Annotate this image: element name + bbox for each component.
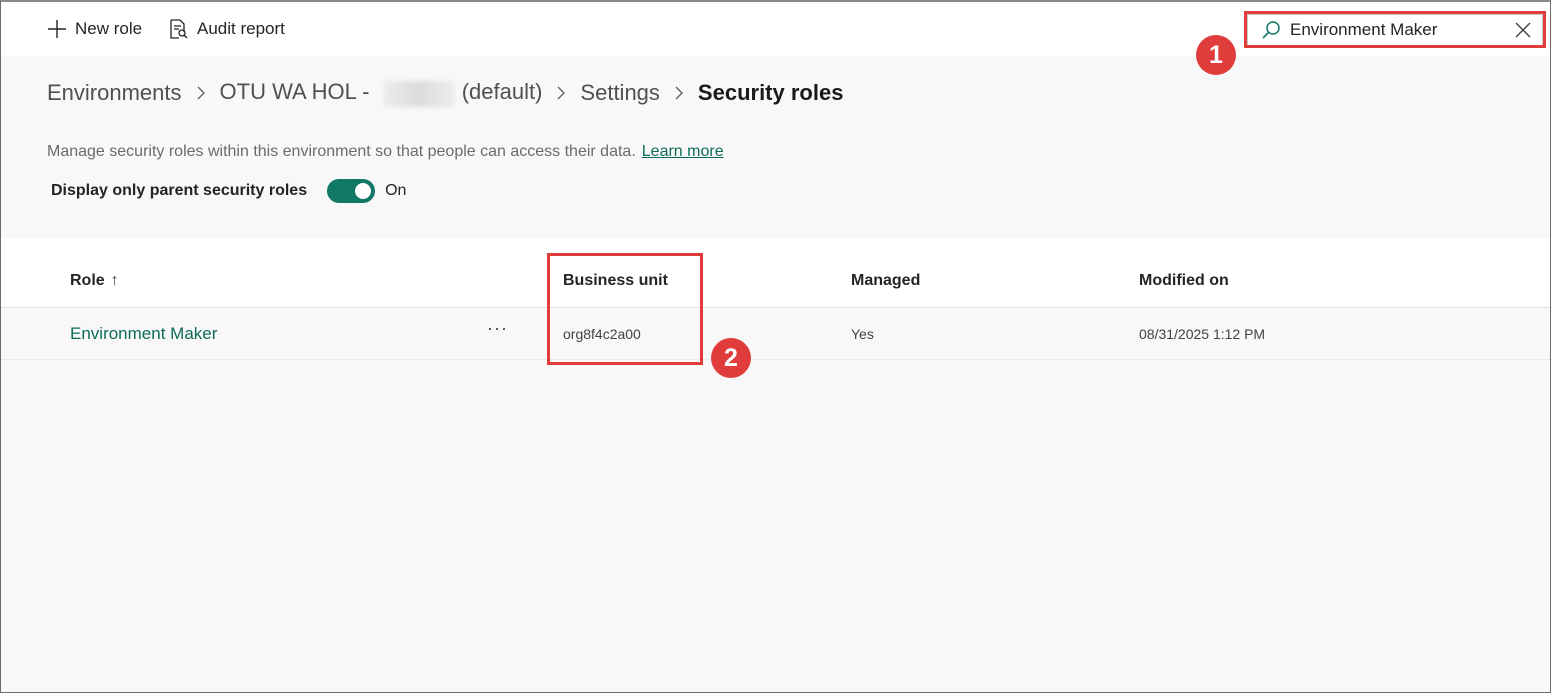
document-search-icon: [170, 19, 188, 39]
parent-roles-toggle[interactable]: [327, 179, 376, 203]
column-header-modified-on-label: Modified on: [1139, 272, 1229, 289]
column-header-managed-label: Managed: [851, 272, 921, 289]
business-unit-cell: org8f4c2a00: [563, 326, 641, 342]
column-header-business-unit-label: Business unit: [563, 272, 668, 289]
chevron-right-icon: [556, 85, 566, 101]
managed-cell: Yes: [851, 326, 874, 342]
column-header-business-unit[interactable]: Business unit: [563, 272, 668, 290]
plus-icon: [48, 20, 66, 38]
grid-header: Role ↑ Business unit Managed Modified on: [1, 238, 1550, 308]
breadcrumb-security-roles: Security roles: [697, 80, 844, 105]
breadcrumb-environment[interactable]: OTU WA HOL - (default): [219, 79, 543, 107]
search-input[interactable]: [1290, 17, 1505, 43]
redacted-region: [383, 80, 454, 107]
breadcrumb-environment-name: OTU WA HOL -: [219, 79, 370, 105]
toggle-label: Display only parent security roles: [51, 182, 308, 199]
table-row[interactable]: Environment Maker ··· org8f4c2a00 Yes 08…: [1, 308, 1550, 360]
chevron-right-icon: [674, 85, 684, 101]
breadcrumb: Environments OTU WA HOL - (default) Sett…: [47, 78, 843, 108]
column-header-role[interactable]: Role ↑: [70, 272, 119, 290]
audit-report-label: Audit report: [197, 19, 285, 38]
learn-more-link[interactable]: Learn more: [642, 143, 724, 160]
sort-ascending-icon: ↑: [110, 272, 119, 289]
page-description: Manage security roles within this enviro…: [47, 143, 724, 161]
chevron-right-icon: [196, 85, 206, 101]
new-role-label: New role: [75, 19, 143, 38]
breadcrumb-environment-suffix: (default): [461, 79, 543, 105]
app-window: New role Audit report 1 Env: [0, 0, 1551, 693]
column-header-modified-on[interactable]: Modified on: [1139, 272, 1229, 290]
breadcrumb-settings[interactable]: Settings: [580, 80, 660, 106]
column-header-managed[interactable]: Managed: [851, 272, 920, 290]
toggle-knob: [355, 183, 372, 199]
parent-roles-toggle-row: Display only parent security roles On: [51, 178, 406, 204]
description-text: Manage security roles within this enviro…: [47, 143, 636, 160]
close-icon[interactable]: [1513, 20, 1533, 40]
callout-2: 2: [711, 338, 751, 378]
audit-report-button[interactable]: Audit report: [167, 14, 285, 44]
modified-on-cell: 08/31/2025 1:12 PM: [1139, 326, 1266, 342]
new-role-button[interactable]: New role: [47, 14, 142, 44]
more-options-icon[interactable]: ···: [487, 302, 508, 354]
breadcrumb-environments[interactable]: Environments: [47, 80, 182, 106]
callout-1: 1: [1196, 35, 1236, 75]
toggle-state: On: [385, 182, 407, 199]
security-roles-grid: Role ↑ Business unit Managed Modified on…: [1, 238, 1550, 692]
search-icon: [1262, 21, 1280, 39]
column-header-role-label: Role: [70, 272, 105, 289]
role-name-link[interactable]: Environment Maker: [70, 308, 217, 360]
command-bar: New role Audit report: [1, 2, 1550, 56]
search-box: [1247, 14, 1543, 46]
